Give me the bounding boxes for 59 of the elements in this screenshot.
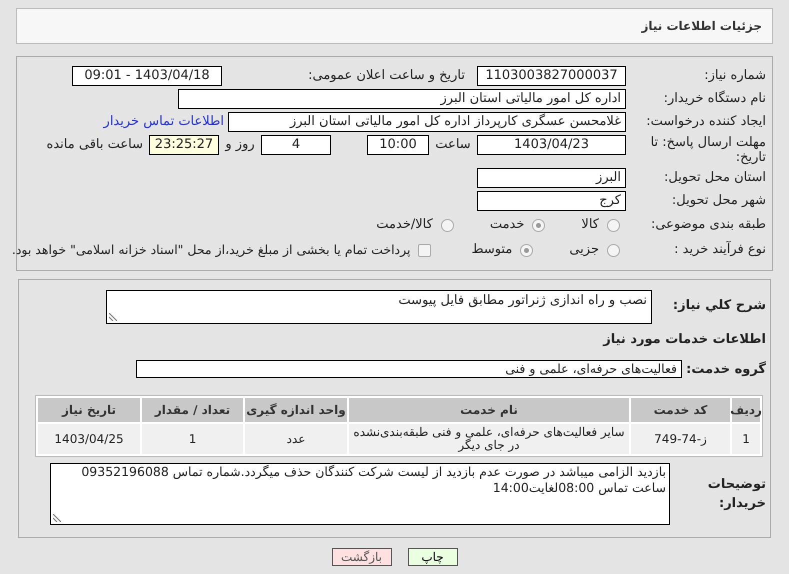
buyer-notes-field: بازدید الزامی میباشد در صورت عدم بازدید از لیست شرکت کنندگان حذف میگردد.شماره تماس 09352196088 ساعت تماس 08:00لغایت14:00 — [50, 463, 670, 525]
value-field: غلامحسن عسگری کارپرداز اداره کل امور مالیاتی استان البرز — [228, 112, 626, 132]
value-field: 1403/04/23 — [477, 135, 626, 155]
column-header: کد خدمت — [631, 398, 730, 422]
value-field: 10:00 — [367, 135, 429, 155]
field-label: استان محل تحویل: — [663, 169, 766, 188]
column-header: تاریخ نیاز — [38, 398, 140, 422]
days-label: روز و — [224, 136, 256, 154]
service-group-field: فعالیت‌های حرفه‌ای، علمی و فنی — [136, 360, 682, 378]
back-button[interactable]: بازگشت — [332, 548, 392, 566]
value-field: 1403/04/18 - 09:01 — [72, 66, 222, 86]
column-header: تعداد / مقدار — [142, 398, 243, 422]
checkbox-label: پرداخت تمام یا بخشی از مبلغ خرید،از محل "اسناد خزانه اسلامی" خواهد بود. — [12, 240, 410, 259]
table-cell: عدد — [245, 424, 347, 454]
section-title: اطلاعات خدمات مورد نیاز — [602, 331, 766, 349]
print-button[interactable]: چاپ — [408, 548, 458, 566]
resize-handle-icon — [109, 313, 117, 321]
table-cell: ز-74-749 — [631, 424, 730, 454]
field-label: نوع فرآیند خرید : — [673, 240, 766, 260]
radio-button[interactable] — [607, 218, 620, 232]
radio-button[interactable] — [532, 218, 546, 232]
resize-handle-icon — [53, 514, 61, 522]
table-cell: 1403/04/25 — [38, 424, 140, 454]
radio-label: کالا — [581, 216, 599, 234]
column-header: واحد اندازه گیری — [245, 398, 347, 422]
table-cell: 1 — [732, 424, 760, 454]
value-field: اداره کل امور مالیاتی استان البرز — [178, 89, 626, 109]
value-field: 1103003827000037 — [477, 66, 626, 86]
remaining-time-field: 23:25:27 — [149, 135, 219, 155]
radio-label: کالا/خدمت — [376, 216, 433, 234]
field-label: شرح کلي نیاز: — [672, 297, 766, 315]
time-label: ساعت — [434, 136, 472, 154]
radio-button[interactable] — [607, 244, 620, 256]
field-label: تاریخ و ساعت اعلان عمومی: — [307, 67, 466, 86]
field-label: طبقه بندی موضوعی: — [650, 216, 766, 234]
field-label: مهلت ارسال پاسخ: تا تاریخ: — [650, 135, 766, 165]
column-header: ردیف — [732, 398, 760, 422]
radio-button[interactable] — [520, 244, 534, 256]
radio-label: جزیی — [569, 241, 599, 260]
field-label: گروه خدمت: — [685, 360, 766, 378]
field-label: ایجاد کننده درخواست: — [645, 113, 766, 132]
table-cell: سایر فعالیت‌های حرفه‌ای، علمی و فنی طبقه‌بندی‌نشده در جای دیگر — [349, 424, 629, 454]
checkbox[interactable] — [418, 244, 432, 256]
radio-label: متوسط — [471, 241, 512, 260]
buyer-contact-link[interactable]: اطلاعات تماس خریدار — [104, 112, 224, 132]
field-label: توضیحات خریدار: — [706, 476, 766, 513]
field-label: نام دستگاه خریدار: — [662, 90, 766, 108]
description-field: نصب و راه اندازی ژنراتور مطابق فایل پیوست — [106, 290, 652, 324]
radio-label: خدمت — [490, 216, 524, 234]
radio-button[interactable] — [440, 218, 454, 232]
remaining-label: ساعت باقی مانده — [46, 136, 143, 154]
field-label: شهر محل تحویل: — [670, 192, 766, 210]
column-header: نام خدمت — [349, 398, 629, 422]
field-label: شماره نیاز: — [703, 67, 766, 86]
value-field: 4 — [261, 135, 331, 155]
page-title: جزئیات اطلاعات نیاز — [641, 18, 762, 35]
table-cell: 1 — [142, 424, 243, 454]
value-field: کرج — [477, 191, 626, 211]
value-field: البرز — [477, 168, 626, 188]
